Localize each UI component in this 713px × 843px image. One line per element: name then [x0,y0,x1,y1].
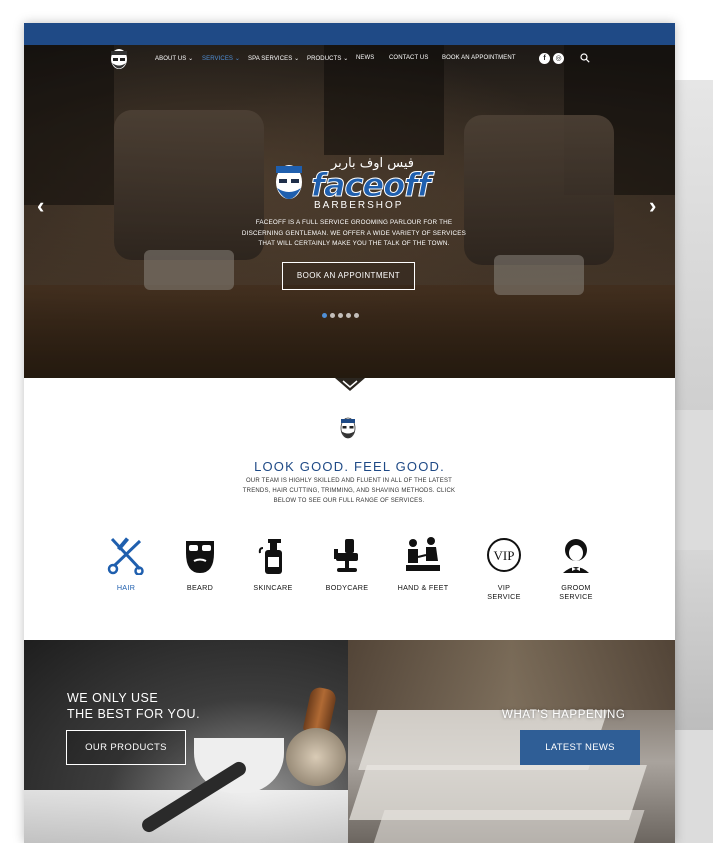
slider-prev-arrow[interactable]: ‹ [37,195,44,217]
slider-dot[interactable] [322,313,327,318]
barber-chair-icon [334,539,358,572]
logo-icon[interactable] [108,47,130,75]
search-icon[interactable] [580,53,590,63]
instagram-icon[interactable]: ◎ [553,53,564,64]
our-products-button[interactable]: OUR PRODUCTS [66,730,186,765]
nav-book-appointment[interactable]: BOOK AN APPOINTMENT [442,55,516,61]
slider-dots [322,305,362,318]
service-skincare[interactable]: SKINCARE [238,535,308,592]
bearded-face-logo-icon [276,165,302,199]
service-bodycare[interactable]: BODYCARE [312,535,382,592]
nav-about-us[interactable]: ABOUT US ⌄ [155,55,193,62]
service-vip[interactable]: VIP VIP SERVICE [469,535,539,601]
top-bar [24,23,675,45]
slider-next-arrow[interactable]: › [649,195,656,217]
news-panel-title: WHAT'S HAPPENING [502,709,626,721]
service-hand-feet[interactable]: HAND & FEET [388,535,458,592]
slider-dot[interactable] [346,313,351,318]
slider-dot[interactable] [330,313,335,318]
slider-dot[interactable] [338,313,343,318]
nav-contact-us[interactable]: CONTACT US [389,55,428,61]
nav-spa-services[interactable]: SPA SERVICES ⌄ [248,55,299,62]
intro-headline: LOOK GOOD. FEEL GOOD. [254,459,445,474]
beard-icon [186,541,214,573]
svg-text:VIP: VIP [494,548,515,563]
products-panel-title: WE ONLY USE THE BEST FOR YOU. [67,691,201,721]
scroll-down-chevron-icon[interactable] [335,378,365,392]
brand-wordmark: faceoff [310,166,431,205]
intro-text: OUR TEAM IS HIGHLY SKILLED AND FLUENT IN… [242,478,456,504]
bearded-face-logo-icon [340,417,356,439]
service-hair[interactable]: HAIR [91,535,161,592]
nav-products[interactable]: PRODUCTS ⌄ [307,55,348,62]
brand-subtitle: BARBERSHOP [314,200,404,211]
vip-badge-icon: VIP [487,538,521,572]
hero-description: FACEOFF IS A FULL SERVICE GROOMING PARLO… [241,219,467,247]
service-groom[interactable]: GROOM SERVICE [541,535,611,601]
hero-brand-logo: فيس اوف باربر faceoff BARBERSHOP [271,156,441,216]
slider-dot[interactable] [354,313,359,318]
nav-news[interactable]: NEWS [356,55,374,61]
facebook-icon[interactable]: f [539,53,550,64]
latest-news-button[interactable]: LATEST NEWS [520,730,640,765]
nav-services[interactable]: SERVICES ⌄ [202,55,240,62]
book-appointment-button[interactable]: BOOK AN APPOINTMENT [282,262,415,290]
pedicure-icon [406,537,440,571]
lotion-bottle-icon [258,539,282,574]
service-beard[interactable]: BEARD [165,535,235,592]
background-decor [672,80,713,843]
website-page: ABOUT US ⌄ SERVICES ⌄ SPA SERVICES ⌄ PRO… [24,23,675,843]
scissors-comb-icon [107,537,144,575]
main-nav: ABOUT US ⌄ SERVICES ⌄ SPA SERVICES ⌄ PRO… [24,45,675,75]
groom-icon [563,539,589,573]
